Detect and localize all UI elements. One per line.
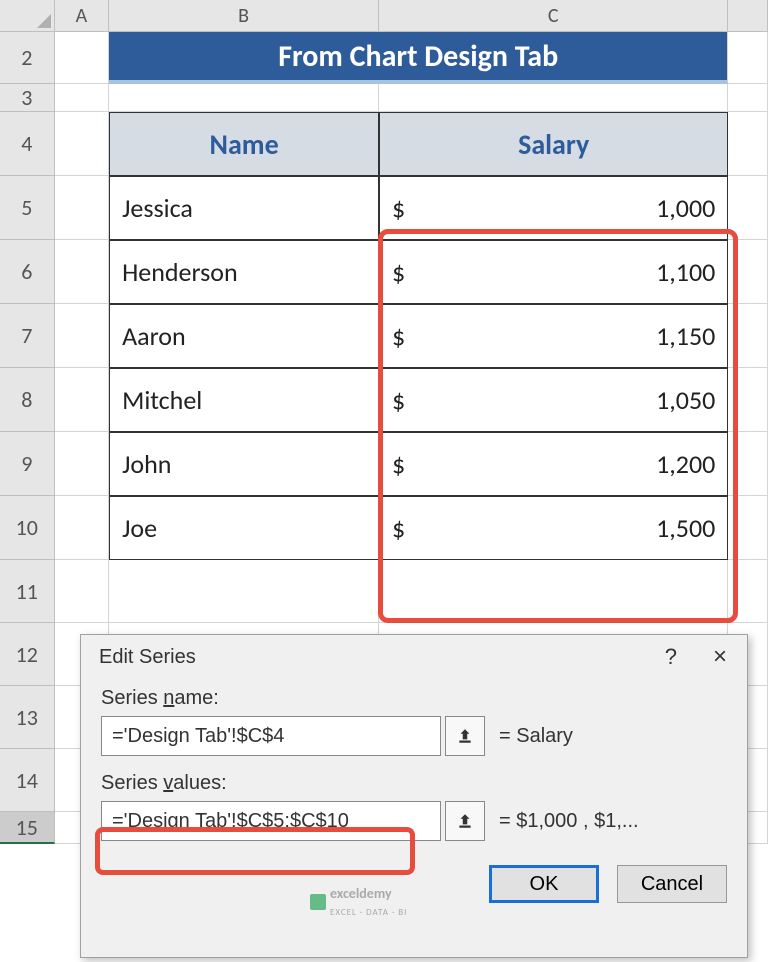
currency-symbol: $ (392, 320, 405, 352)
currency-symbol: $ (392, 192, 405, 224)
salary-value: 1,050 (656, 384, 715, 416)
cancel-button[interactable]: Cancel (617, 865, 727, 903)
currency-symbol: $ (392, 448, 405, 480)
cell-salary[interactable]: $1,500 (379, 496, 728, 560)
row-header-13[interactable]: 13 (0, 686, 55, 749)
row-header-9[interactable]: 9 (0, 432, 55, 496)
salary-value: 1,100 (656, 256, 715, 288)
col-header-extra (728, 0, 768, 32)
series-name-label: Series name: (101, 687, 727, 710)
table-row: 8 Mitchel $1,050 (0, 368, 768, 432)
row-header-8[interactable]: 8 (0, 368, 55, 432)
cell-A5[interactable] (55, 176, 110, 240)
row-header-12[interactable]: 12 (0, 623, 55, 686)
salary-value: 1,500 (656, 512, 715, 544)
row-header-10[interactable]: 10 (0, 496, 55, 560)
ok-button[interactable]: OK (489, 865, 599, 903)
cell-salary[interactable]: $1,200 (379, 432, 728, 496)
dialog-title: Edit Series (99, 646, 196, 669)
row-header-2[interactable]: 2 (0, 32, 55, 84)
collapse-range-icon[interactable] (445, 801, 485, 841)
salary-value: 1,000 (656, 192, 715, 224)
cell-A3[interactable] (55, 84, 110, 112)
cell-A4[interactable] (55, 112, 110, 176)
cell-extra-2 (728, 32, 768, 84)
cell-salary[interactable]: $1,000 (379, 176, 728, 240)
cell-name[interactable]: Mitchel (109, 368, 379, 432)
row-header-4[interactable]: 4 (0, 112, 55, 176)
row-header-3[interactable]: 3 (0, 84, 55, 112)
cell-name[interactable]: John (109, 432, 379, 496)
column-header-row: A B C (0, 0, 768, 32)
series-name-preview: = Salary (499, 725, 573, 748)
cell-A8[interactable] (55, 368, 110, 432)
row-header-6[interactable]: 6 (0, 240, 55, 304)
table-row: 10 Joe $1,500 (0, 496, 768, 560)
cell-extra-3 (728, 84, 768, 112)
row-header-14[interactable]: 14 (0, 749, 55, 812)
series-values-input[interactable] (101, 801, 441, 841)
currency-symbol: $ (392, 256, 405, 288)
series-name-input[interactable] (101, 716, 441, 756)
table-row: 9 John $1,200 (0, 432, 768, 496)
row-header-7[interactable]: 7 (0, 304, 55, 368)
col-header-B[interactable]: B (109, 0, 379, 32)
salary-value: 1,200 (656, 448, 715, 480)
table-row: 7 Aaron $1,150 (0, 304, 768, 368)
select-all-corner[interactable] (0, 0, 55, 32)
cell-extra-4 (728, 112, 768, 176)
cell-salary[interactable]: $1,050 (379, 368, 728, 432)
currency-symbol: $ (392, 512, 405, 544)
cell-B3[interactable] (109, 84, 379, 112)
series-values-preview: = $1,000 , $1,... (499, 810, 639, 833)
salary-value: 1,150 (656, 320, 715, 352)
edit-series-dialog: Edit Series ? × Series name: = Salary Se… (80, 634, 748, 958)
cell-A7[interactable] (55, 304, 110, 368)
collapse-range-icon[interactable] (445, 716, 485, 756)
cell-name[interactable]: Aaron (109, 304, 379, 368)
cell-name[interactable]: Henderson (109, 240, 379, 304)
row-header-5[interactable]: 5 (0, 176, 55, 240)
cell-A2[interactable] (55, 32, 110, 84)
row-header-15[interactable]: 15 (0, 812, 55, 844)
currency-symbol: $ (392, 384, 405, 416)
table-row: 5 Jessica $1,000 (0, 176, 768, 240)
help-icon[interactable]: ? (665, 644, 677, 670)
cell-C3[interactable] (379, 84, 728, 112)
col-header-A[interactable]: A (55, 0, 110, 32)
row-header-11[interactable]: 11 (0, 560, 55, 623)
cell-A9[interactable] (55, 432, 110, 496)
cell-salary[interactable]: $1,150 (379, 304, 728, 368)
cell-name[interactable]: Jessica (109, 176, 379, 240)
cell-name[interactable]: Joe (109, 496, 379, 560)
title-cell[interactable]: From Chart Design Tab (109, 32, 728, 84)
table-header-name[interactable]: Name (109, 112, 379, 176)
cell-salary[interactable]: $1,100 (379, 240, 728, 304)
table-header-salary[interactable]: Salary (379, 112, 728, 176)
series-values-label: Series values: (101, 772, 727, 795)
col-header-C[interactable]: C (379, 0, 728, 32)
table-row: 6 Henderson $1,100 (0, 240, 768, 304)
close-icon[interactable]: × (707, 643, 733, 671)
cell-A10[interactable] (55, 496, 110, 560)
cell-A6[interactable] (55, 240, 110, 304)
dialog-titlebar: Edit Series ? × (81, 635, 747, 679)
